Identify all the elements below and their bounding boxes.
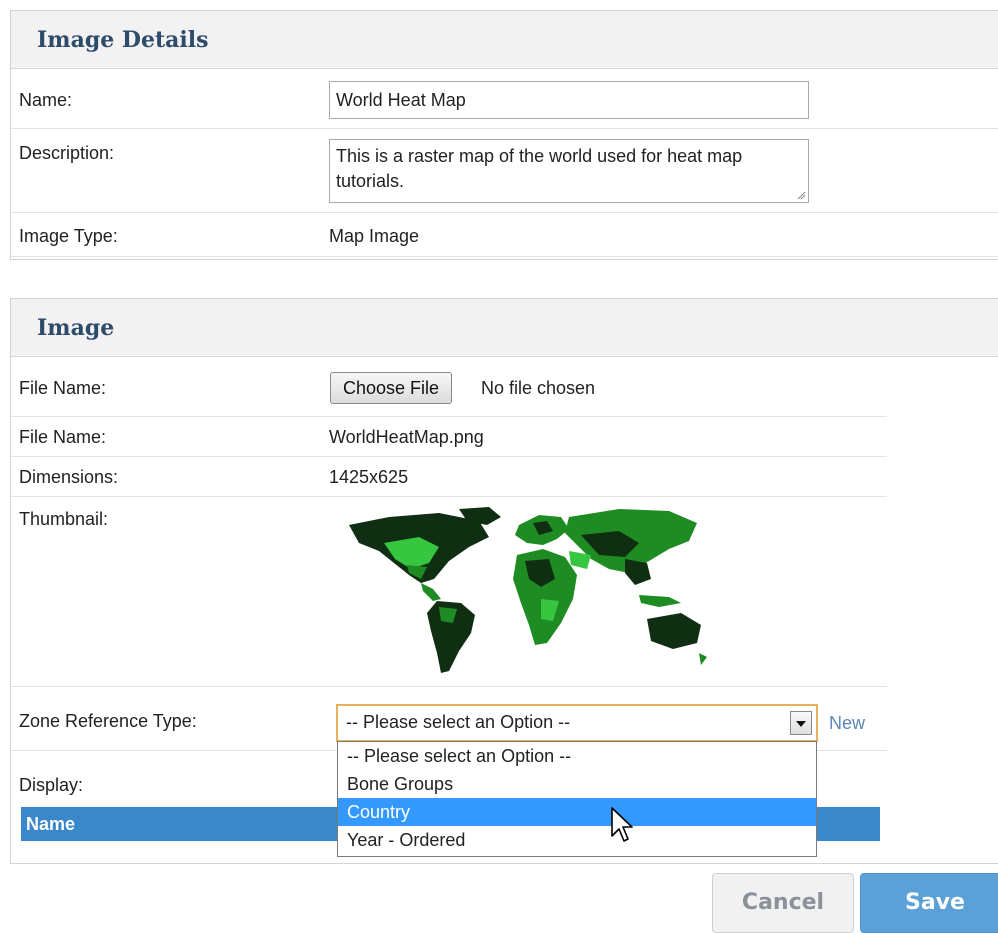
world-map-thumbnail: [349, 507, 707, 673]
new-zone-reference-link[interactable]: New: [829, 713, 865, 734]
image-details-panel: Image Details Name: Description: This is…: [10, 10, 998, 260]
name-label: Name:: [19, 90, 73, 110]
zone-reference-label: Zone Reference Type:: [19, 711, 197, 731]
dropdown-option[interactable]: Year - Ordered: [338, 826, 816, 854]
file-upload-label: File Name:: [19, 378, 107, 398]
thumbnail-label: Thumbnail:: [19, 509, 109, 529]
dropdown-option[interactable]: Bone Groups: [338, 770, 816, 798]
image-type-label: Image Type:: [19, 226, 118, 246]
dimensions-value: 1425x625: [329, 467, 409, 487]
mouse-pointer-icon: [611, 807, 633, 842]
image-type-row: Image Type: Map Image: [11, 213, 998, 257]
choose-file-button[interactable]: Choose File: [330, 372, 453, 404]
name-row: Name:: [11, 69, 998, 129]
zone-reference-dropdown: -- Please select an Option -- Bone Group…: [337, 741, 817, 857]
description-textarea[interactable]: This is a raster map of the world used f…: [329, 139, 809, 203]
name-input[interactable]: [329, 81, 809, 119]
file-name-row: File Name: WorldHeatMap.png: [11, 417, 887, 457]
description-row: Description: This is a raster map of the…: [11, 129, 998, 213]
dropdown-option-highlighted[interactable]: Country: [338, 798, 816, 826]
zone-reference-select[interactable]: -- Please select an Option --: [336, 704, 818, 742]
image-panel-title: Image: [11, 299, 998, 357]
description-label: Description:: [19, 143, 115, 163]
cancel-button[interactable]: Cancel: [712, 873, 854, 933]
dimensions-label: Dimensions:: [19, 467, 119, 487]
chevron-down-icon[interactable]: [790, 711, 812, 735]
file-upload-row: File Name: Choose File No file chosen: [11, 357, 887, 417]
zone-reference-selected-value: -- Please select an Option --: [346, 712, 571, 732]
thumbnail-row: Thumbnail:: [11, 497, 887, 687]
chevron-down-glyph: [796, 721, 806, 727]
image-panel: Image File Name: Choose File No file cho…: [10, 298, 998, 864]
display-label: Display:: [19, 775, 84, 795]
no-file-chosen-text: No file chosen: [481, 378, 596, 398]
image-details-title: Image Details: [11, 11, 998, 69]
description-wrapper: This is a raster map of the world used f…: [329, 139, 809, 203]
file-name-label: File Name:: [19, 427, 107, 447]
resize-grip-icon[interactable]: [796, 190, 806, 200]
dropdown-option[interactable]: -- Please select an Option --: [338, 742, 816, 770]
image-type-value: Map Image: [329, 226, 420, 246]
save-button[interactable]: Save: [860, 873, 998, 933]
dimensions-row: Dimensions: 1425x625: [11, 457, 887, 497]
file-name-value: WorldHeatMap.png: [329, 427, 484, 447]
